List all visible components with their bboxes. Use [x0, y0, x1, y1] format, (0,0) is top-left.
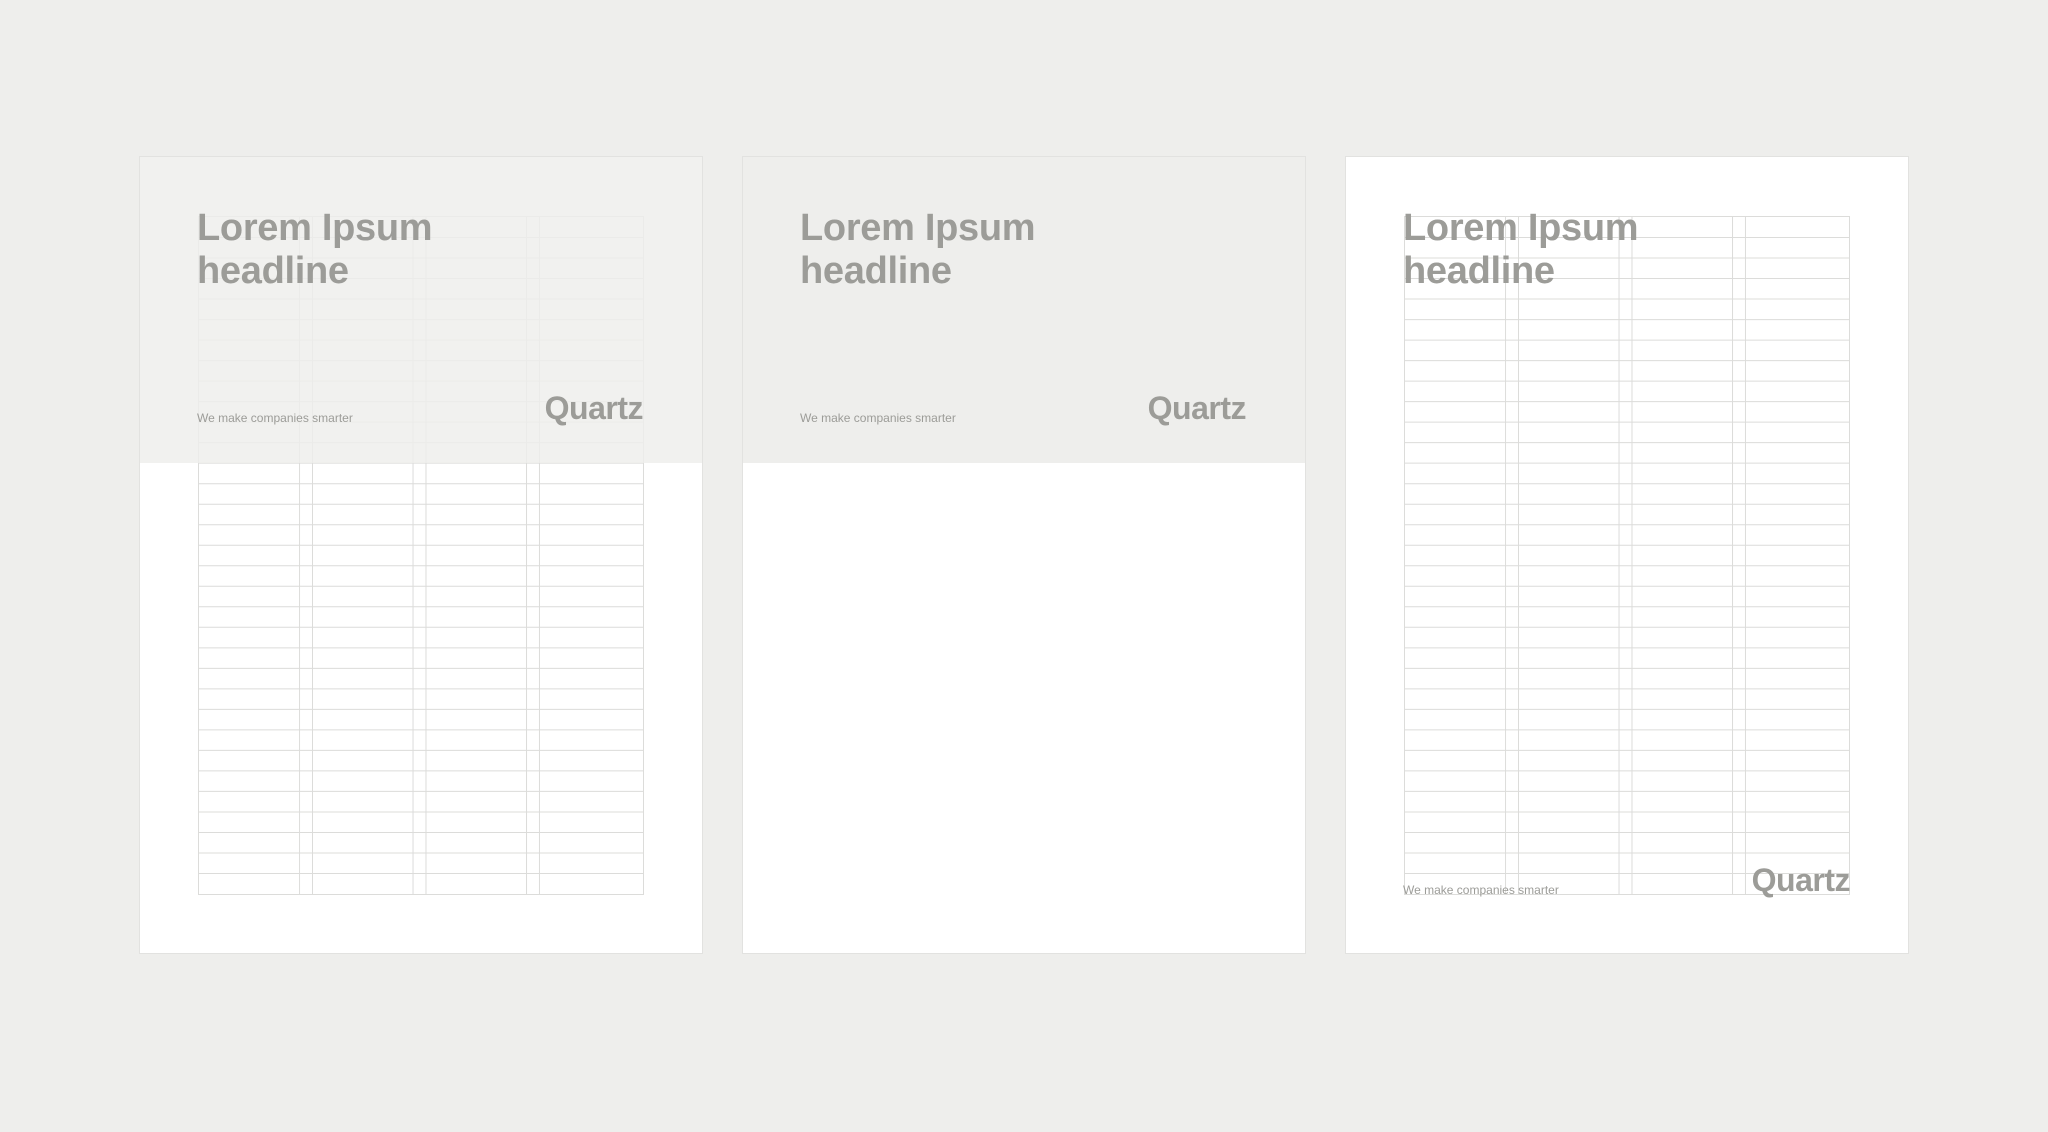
headline-line-2: headline — [800, 250, 952, 292]
quartz-logo: Quartz — [1147, 390, 1247, 426]
tagline: We make companies smarter — [800, 411, 956, 425]
headline-line-2: headline — [197, 250, 349, 292]
headline: Lorem Ipsum headline — [800, 207, 1036, 293]
headline: Lorem Ipsum headline — [197, 207, 433, 293]
headline-line-1: Lorem Ipsum — [1403, 207, 1639, 249]
headline: Lorem Ipsum headline — [1403, 207, 1639, 293]
layout-grid — [1404, 216, 1850, 895]
quartz-logo: Quartz — [544, 390, 644, 426]
tagline: We make companies smarter — [1403, 883, 1559, 897]
quartz-logo: Quartz — [1751, 862, 1851, 898]
tagline: We make companies smarter — [197, 411, 353, 425]
headline-line-1: Lorem Ipsum — [197, 207, 433, 249]
layout-page-header: Lorem Ipsum headline We make companies s… — [742, 156, 1306, 954]
layout-page-grid: Lorem Ipsum headline We make companies s… — [1345, 156, 1909, 954]
headline-line-2: headline — [1403, 250, 1555, 292]
layout-page-header-overlay: Lorem Ipsum headline We make companies s… — [139, 156, 703, 954]
headline-line-1: Lorem Ipsum — [800, 207, 1036, 249]
grid-lines — [1405, 217, 1849, 894]
